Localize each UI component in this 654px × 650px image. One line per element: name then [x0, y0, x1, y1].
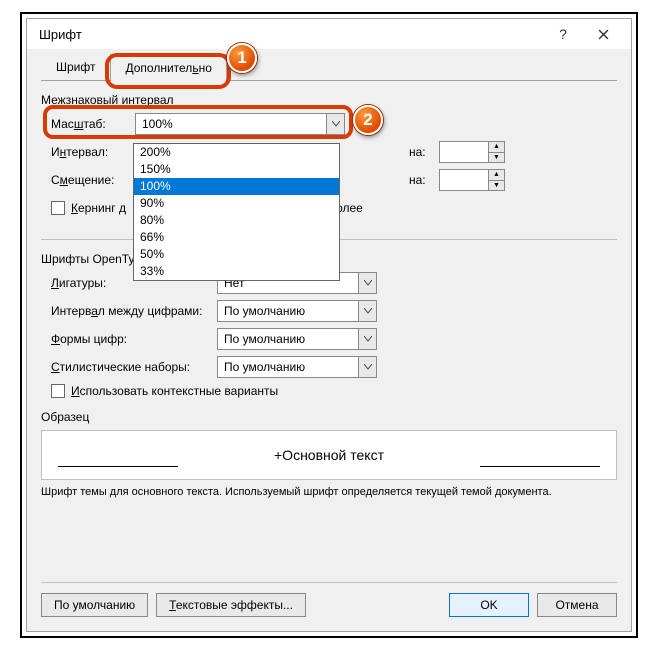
chevron-down-icon: [358, 301, 376, 321]
down-arrow-icon[interactable]: ▼: [489, 181, 504, 191]
tab-font[interactable]: Шрифт: [41, 53, 110, 80]
scale-option[interactable]: 200%: [134, 144, 339, 161]
text-effects-label: Текстовые эффекты...: [169, 598, 293, 612]
scale-dropdown[interactable]: 200% 150% 100% 90% 80% 66% 50% 33%: [133, 143, 340, 281]
underline-left: [58, 466, 178, 467]
kerning-label: Кернинг д: [71, 201, 126, 215]
offset-label: Смещение:: [51, 173, 129, 187]
scale-option[interactable]: 50%: [134, 246, 339, 263]
num-spacing-value: По умолчанию: [218, 304, 358, 318]
chevron-down-icon: [326, 114, 344, 134]
scale-option[interactable]: 80%: [134, 212, 339, 229]
checkbox-icon: [51, 201, 65, 215]
dialog-body: Шрифт Дополнительно Межзнаковый интервал…: [27, 49, 631, 631]
cancel-label: Отмена: [555, 598, 598, 612]
styl-sets-value: По умолчанию: [218, 360, 358, 374]
interval-na-label: на:: [409, 145, 433, 159]
titlebar: Шрифт ?: [27, 19, 631, 49]
preview-text: +Основной текст: [274, 447, 384, 463]
preview-group-title: Образец: [41, 410, 617, 424]
chevron-down-icon: [358, 273, 376, 293]
interval-spinner[interactable]: ▲▼: [439, 141, 505, 163]
default-button-label: По умолчанию: [54, 598, 135, 612]
preview-footnote: Шрифт темы для основного текста. Использ…: [41, 486, 617, 498]
font-dialog: Шрифт ? Шрифт Дополнительно Межзнаковый …: [26, 18, 632, 632]
help-button[interactable]: ?: [543, 20, 583, 48]
num-forms-label: Формы цифр:: [51, 332, 211, 346]
cancel-button[interactable]: Отмена: [537, 593, 617, 617]
chevron-down-icon: [358, 357, 376, 377]
styl-sets-label: Стилистические наборы:: [51, 360, 211, 374]
chevron-down-icon: [358, 329, 376, 349]
num-spacing-combo[interactable]: По умолчанию: [217, 300, 377, 322]
footer: По умолчанию Текстовые эффекты... OK Отм…: [41, 582, 617, 617]
scale-label: Масштаб:: [51, 117, 129, 131]
scale-option[interactable]: 90%: [134, 195, 339, 212]
interval-value: [440, 142, 488, 162]
tab-advanced-label: Дополнительно: [125, 61, 211, 75]
scale-option[interactable]: 66%: [134, 229, 339, 246]
styl-sets-combo[interactable]: По умолчанию: [217, 356, 377, 378]
offset-spinner[interactable]: ▲▼: [439, 169, 505, 191]
up-arrow-icon[interactable]: ▲: [489, 142, 504, 153]
down-arrow-icon[interactable]: ▼: [489, 153, 504, 163]
tab-bar: Шрифт Дополнительно: [41, 53, 617, 81]
up-arrow-icon[interactable]: ▲: [489, 170, 504, 181]
default-button[interactable]: По умолчанию: [41, 593, 148, 617]
contextual-label: Использовать контекстные варианты: [71, 384, 278, 398]
tab-advanced[interactable]: Дополнительно: [110, 54, 226, 81]
scale-option-selected[interactable]: 100%: [134, 178, 339, 195]
underline-right: [480, 466, 600, 467]
scale-combo[interactable]: 100%: [135, 113, 345, 135]
close-icon: [598, 29, 609, 40]
ok-button[interactable]: OK: [449, 593, 529, 617]
interval-label: Интервал:: [51, 145, 129, 159]
scale-option[interactable]: 33%: [134, 263, 339, 280]
spacing-group-title: Межзнаковый интервал: [41, 93, 617, 107]
content-area: Межзнаковый интервал Масштаб: 100% Интер…: [41, 93, 617, 498]
num-forms-value: По умолчанию: [218, 332, 358, 346]
preview-box: +Основной текст: [41, 430, 617, 480]
offset-na-label: на:: [409, 173, 433, 187]
screenshot-frame: Шрифт ? Шрифт Дополнительно Межзнаковый …: [20, 12, 638, 638]
window-title: Шрифт: [39, 27, 543, 42]
scale-option[interactable]: 150%: [134, 161, 339, 178]
scale-value: 100%: [136, 117, 326, 131]
checkbox-icon: [51, 384, 65, 398]
offset-value: [440, 170, 488, 190]
kerning-checkbox[interactable]: Кернинг д: [51, 201, 126, 215]
tab-font-label: Шрифт: [56, 60, 95, 74]
ok-label: OK: [480, 598, 497, 612]
text-effects-button[interactable]: Текстовые эффекты...: [156, 593, 306, 617]
num-spacing-label: Интервал между цифрами:: [51, 304, 211, 318]
close-button[interactable]: [583, 20, 623, 48]
contextual-checkbox[interactable]: Использовать контекстные варианты: [51, 384, 278, 398]
num-forms-combo[interactable]: По умолчанию: [217, 328, 377, 350]
